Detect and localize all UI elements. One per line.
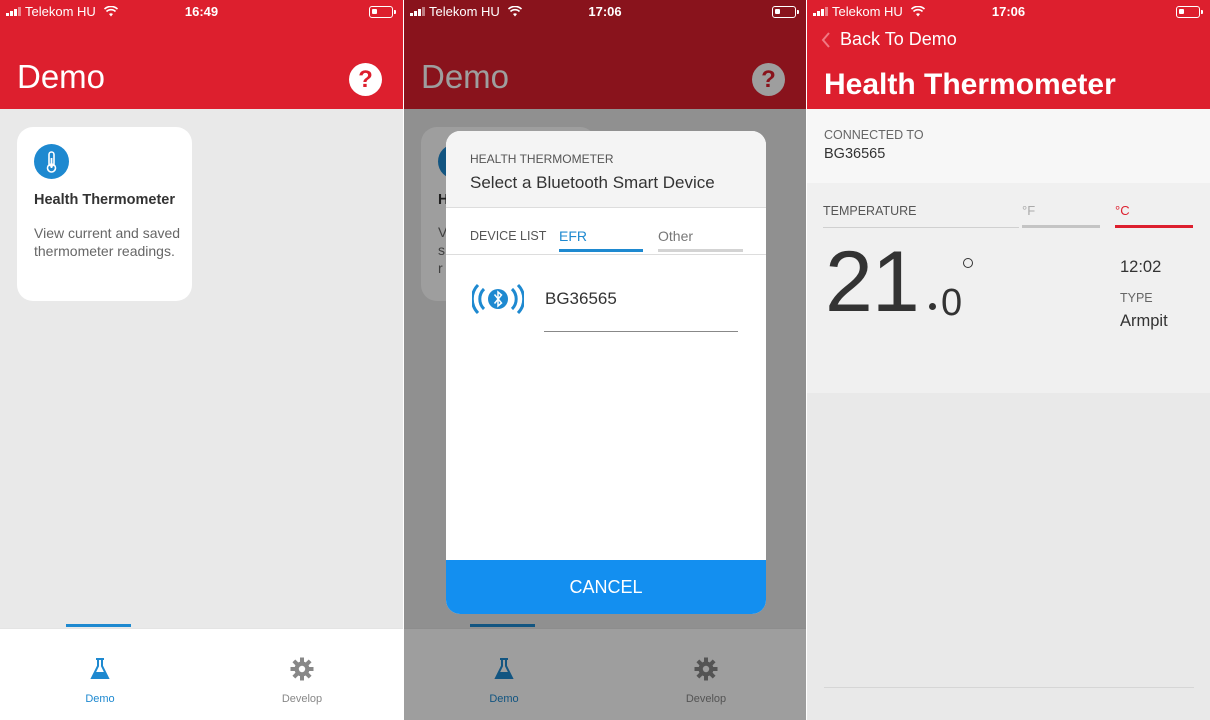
- dialog-subtitle: HEALTH THERMOMETER: [470, 152, 614, 166]
- chevron-left-icon: [821, 31, 830, 48]
- gear-icon: [290, 657, 314, 681]
- card-title: Health Thermometer: [34, 192, 176, 208]
- temperature-decimal: 0: [941, 282, 963, 324]
- connection-panel: CONNECTED TO BG36565: [807, 109, 1210, 183]
- device-select-dialog: HEALTH THERMOMETER Select a Bluetooth Sm…: [446, 131, 766, 614]
- tab-indicator: [66, 624, 131, 627]
- card-description: View current and saved thermometer readi…: [34, 225, 181, 259]
- connected-label: CONNECTED TO: [824, 128, 924, 142]
- health-thermometer-card[interactable]: Health Thermometer View current and save…: [17, 127, 192, 301]
- tab-develop[interactable]: Develop: [252, 629, 352, 719]
- connected-device: BG36565: [824, 146, 886, 162]
- battery-icon: [369, 6, 396, 18]
- battery-icon: [772, 6, 799, 18]
- reading-time: 12:02: [1120, 258, 1162, 276]
- battery-icon: [1176, 6, 1203, 18]
- help-icon[interactable]: ?: [349, 63, 382, 96]
- device-name: BG36565: [545, 289, 617, 308]
- decimal-point: [929, 303, 936, 310]
- flask-icon: [90, 658, 110, 679]
- page-title: Health Thermometer: [824, 68, 1116, 101]
- degree-icon: [963, 258, 973, 268]
- tab-bar: Demo Develop: [0, 628, 403, 720]
- screen-device-select: Demo ? H V s r Demo Develop Telekom HU 1…: [404, 0, 806, 720]
- status-time: 16:49: [184, 4, 219, 19]
- dialog-title: Select a Bluetooth Smart Device: [470, 173, 715, 192]
- tab-develop-label: Develop: [281, 693, 323, 705]
- device-tabs: DEVICE LIST EFR Other: [446, 209, 766, 255]
- status-bar: Telekom HU 17:06: [807, 0, 1210, 24]
- device-list-label: DEVICE LIST: [470, 229, 547, 243]
- status-bar: Telekom HU 17:06: [404, 0, 806, 24]
- unit-celsius-tab[interactable]: °C: [1115, 203, 1193, 228]
- tab-demo[interactable]: Demo: [50, 629, 150, 719]
- divider: [544, 331, 738, 332]
- page-title: Demo: [17, 58, 106, 95]
- temperature-integer: 21: [825, 234, 920, 330]
- type-value: Armpit: [1120, 312, 1168, 330]
- unit-fahrenheit-tab[interactable]: °F: [1022, 203, 1100, 228]
- tab-efr[interactable]: EFR: [559, 228, 643, 252]
- divider: [824, 687, 1194, 688]
- screen-health-thermometer: Back To Demo Health Thermometer Telekom …: [807, 0, 1210, 720]
- dialog-header: HEALTH THERMOMETER Select a Bluetooth Sm…: [446, 131, 766, 208]
- back-button[interactable]: Back To Demo: [821, 29, 957, 50]
- status-time: 17:06: [588, 4, 622, 19]
- temperature-label: TEMPERATURE: [823, 204, 917, 218]
- back-label: Back To Demo: [840, 29, 957, 49]
- type-label: TYPE: [1120, 291, 1153, 305]
- cancel-button[interactable]: CANCEL: [446, 560, 766, 614]
- thermometer-icon: [34, 144, 69, 179]
- status-bar: Telekom HU 16:49: [0, 0, 403, 24]
- tab-demo-label: Demo: [85, 693, 115, 705]
- bluetooth-icon: [472, 283, 524, 315]
- device-list-item[interactable]: BG36565: [446, 271, 766, 333]
- status-time: 17:06: [991, 4, 1026, 19]
- screen-demo: Demo ? Telekom HU 16:49 Health Thermomet…: [0, 0, 403, 720]
- temperature-header: TEMPERATURE: [823, 202, 1019, 228]
- tab-other[interactable]: Other: [658, 228, 743, 252]
- temperature-panel: TEMPERATURE °F °C 21 0 12:02 TYPE Armpit: [807, 183, 1210, 393]
